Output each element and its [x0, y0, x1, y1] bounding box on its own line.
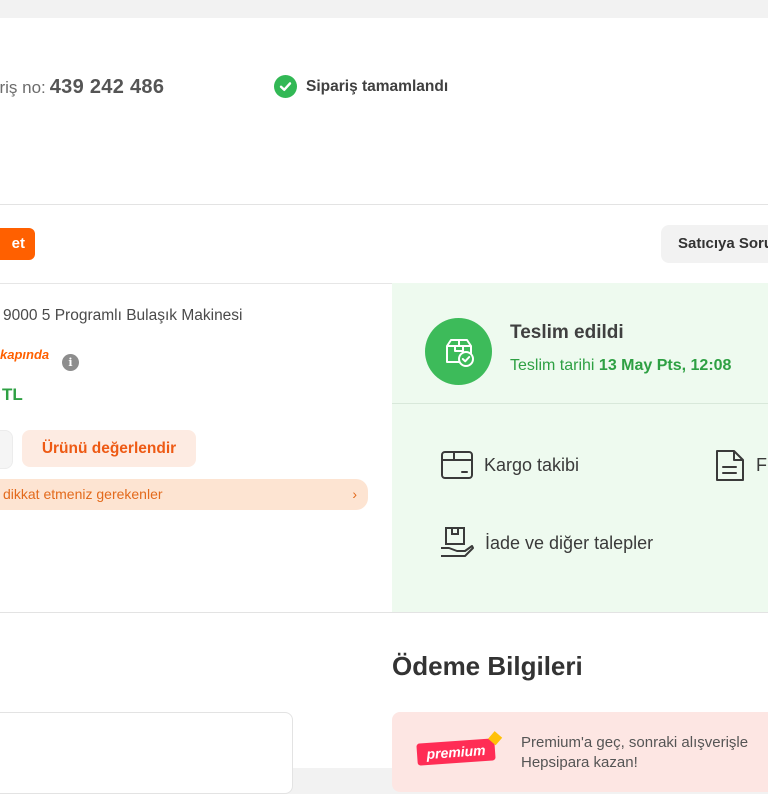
secondary-action-button[interactable] — [0, 430, 13, 469]
premium-promo-line-2: Hepsipara kazan! — [521, 754, 638, 771]
delivery-date-label: Teslim tarihi — [510, 357, 595, 374]
seller-badge[interactable]: et — [0, 228, 35, 260]
seller-row: et Satıcıya Soru Sor — [0, 205, 768, 284]
cargo-tracking-action[interactable]: Kargo takibi — [440, 449, 579, 481]
delivery-service-badge: kapında — [0, 347, 50, 362]
document-icon — [714, 449, 746, 482]
premium-promo-text: Premium'a geç, sonraki alışverişle Hepsi… — [521, 733, 748, 773]
notice-text: dikkat etmeniz gerekenler — [3, 486, 163, 502]
product-price: TL — [2, 385, 23, 404]
panel-divider — [392, 403, 768, 404]
cargo-tracking-label: Kargo takibi — [484, 454, 580, 475]
order-status: Sipariş tamamlandı — [274, 75, 448, 98]
premium-promo-line-1: Premium'a geç, sonraki alışverişle — [521, 734, 749, 751]
delivery-status-title: Teslim edildi — [510, 322, 624, 343]
invoice-label: F — [756, 455, 767, 475]
address-box — [0, 712, 293, 794]
return-box-icon — [439, 525, 475, 561]
return-requests-action[interactable]: İade ve diğer talepler — [439, 525, 653, 561]
delivery-date-value: 13 May Pts, 12:08 — [598, 357, 732, 374]
order-status-text: Sipariş tamamlandı — [306, 77, 449, 95]
order-number: ariş no:439 242 486 — [0, 76, 164, 99]
delivery-date: Teslim tarihi 13 May Pts, 12:08 — [510, 357, 731, 375]
package-icon — [440, 449, 474, 481]
delivered-package-icon — [425, 318, 492, 385]
chevron-right-icon: › — [352, 486, 357, 502]
order-number-label: ariş no: — [0, 78, 46, 97]
invoice-action[interactable]: F — [714, 449, 767, 482]
order-header-card: ariş no:439 242 486 Sipariş tamamlandı — [0, 18, 768, 205]
ask-seller-button[interactable]: Satıcıya Soru Sor — [661, 225, 768, 263]
order-number-value: 439 242 486 — [49, 76, 165, 98]
payment-info-title: Ödeme Bilgileri — [392, 651, 583, 681]
product-name[interactable]: 9000 5 Programlı Bulaşık Makinesi — [3, 307, 243, 325]
check-circle-icon — [274, 75, 297, 98]
rate-product-button[interactable]: Ürünü değerlendir — [22, 430, 196, 467]
info-icon[interactable]: i — [62, 354, 79, 371]
notice-bar[interactable]: dikkat etmeniz gerekenler › — [0, 479, 368, 510]
return-requests-label: İade ve diğer talepler — [485, 532, 654, 553]
